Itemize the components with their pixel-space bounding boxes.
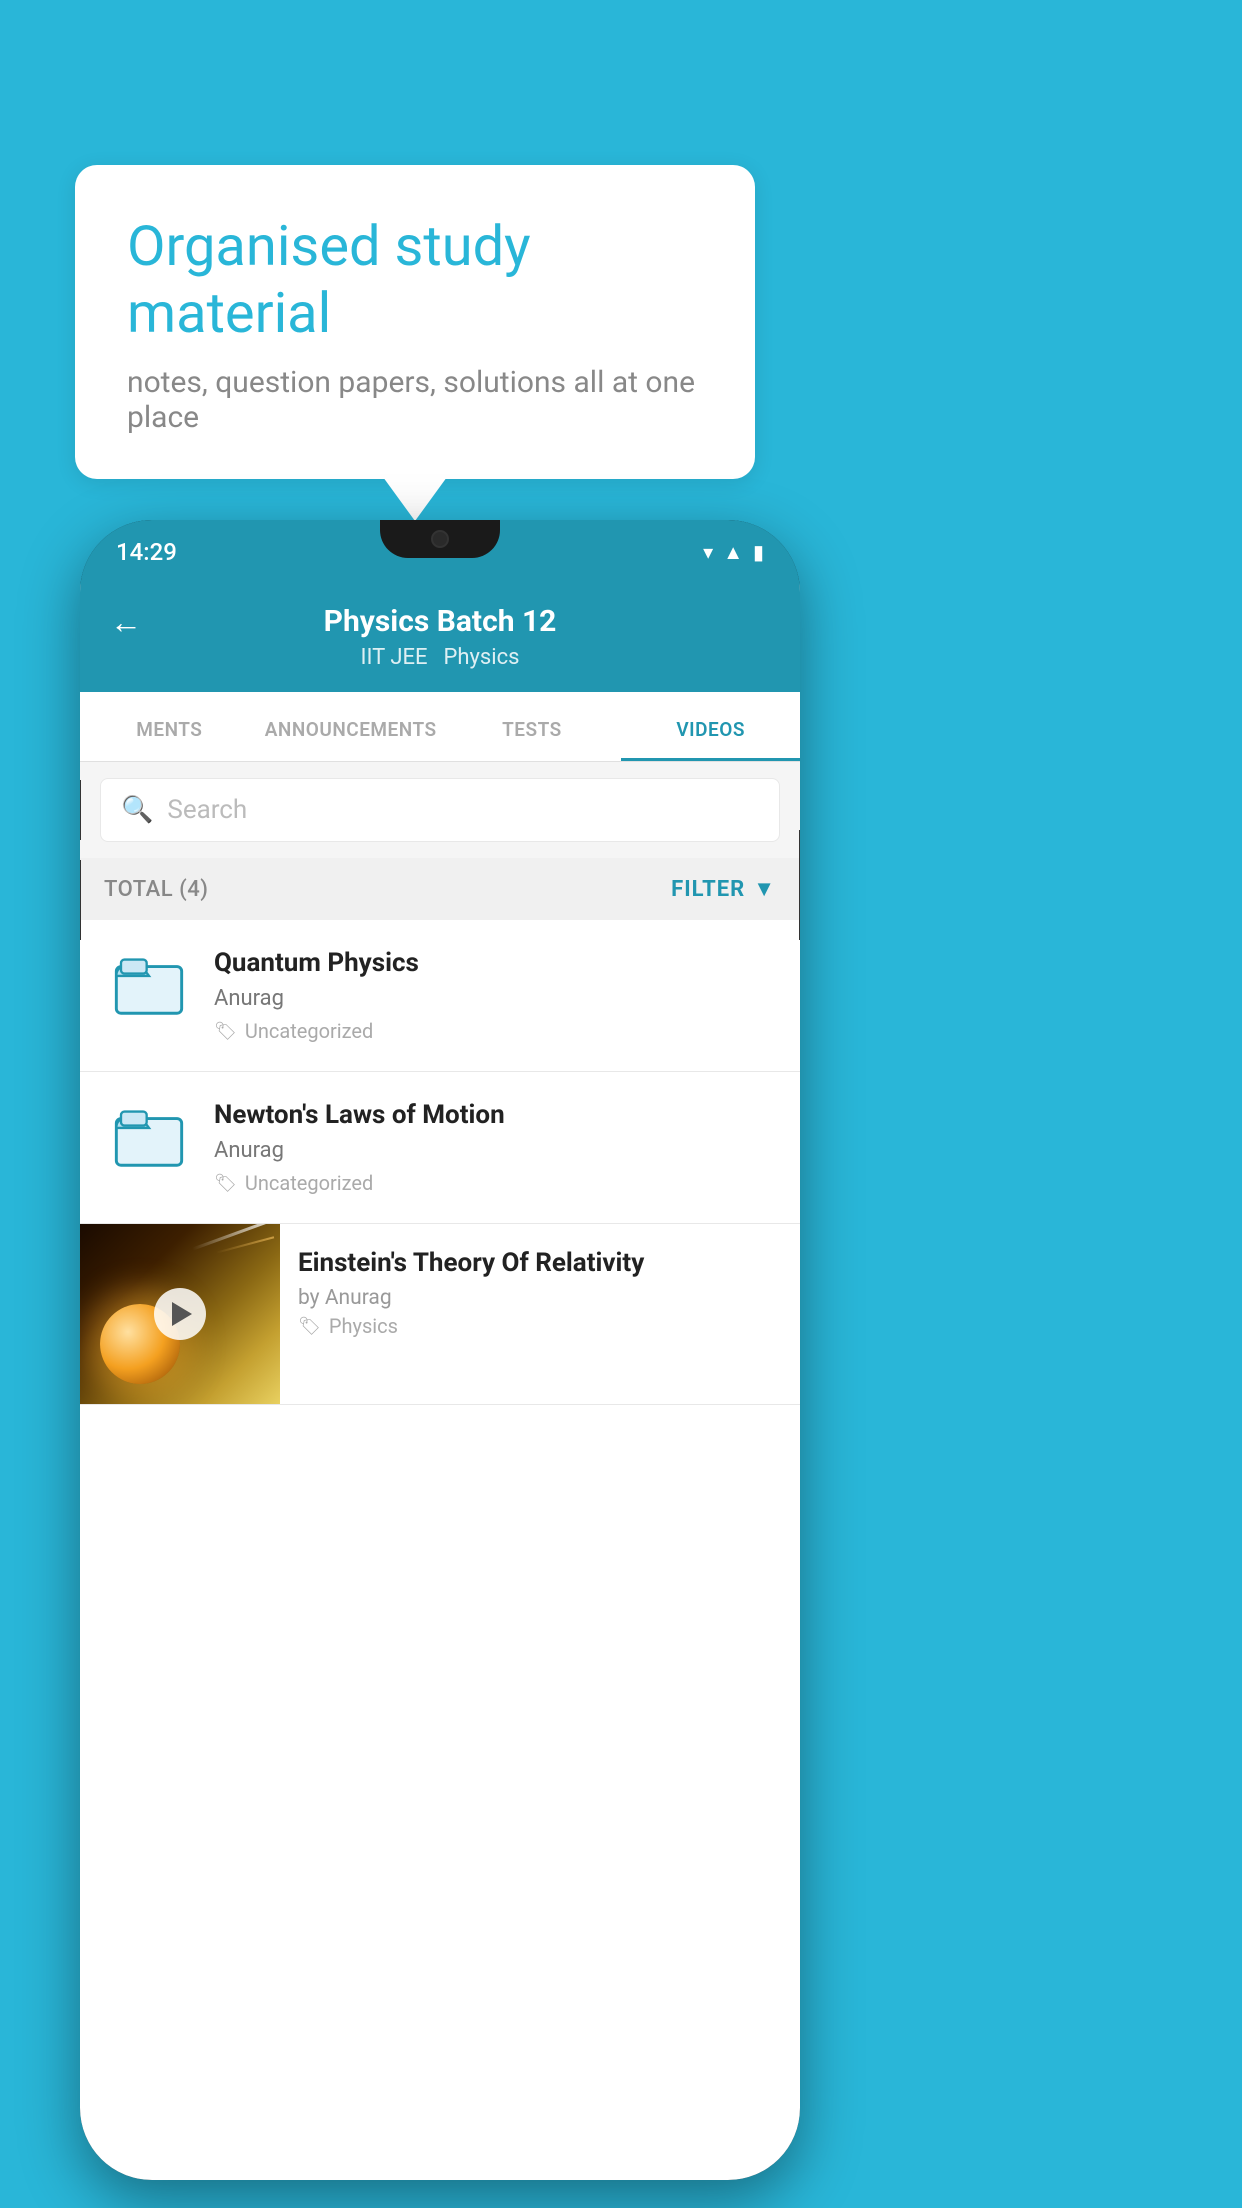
phone-screen: ← Physics Batch 12 IIT JEE Physics MENTS…	[80, 584, 800, 2180]
video-by-author: by Anurag	[298, 1286, 782, 1310]
search-bar[interactable]: 🔍 Search	[100, 778, 780, 842]
tag-label: Physics	[329, 1314, 398, 1338]
video-thumb-area	[104, 1100, 194, 1174]
tag-label: Uncategorized	[245, 1171, 373, 1195]
app-header: ← Physics Batch 12 IIT JEE Physics	[80, 584, 800, 692]
phone-volume-down	[80, 860, 81, 940]
speech-bubble-title: Organised study material	[127, 213, 703, 347]
speech-bubble-subtitle: notes, question papers, solutions all at…	[127, 365, 703, 435]
light-streak	[192, 1224, 268, 1251]
play-icon	[172, 1302, 192, 1326]
video-tag: 🏷 Uncategorized	[214, 1171, 776, 1195]
video-author: Anurag	[214, 1138, 776, 1163]
speech-bubble: Organised study material notes, question…	[75, 165, 755, 479]
folder-icon	[114, 952, 184, 1022]
camera-dot	[431, 530, 449, 548]
video-title: Einstein's Theory Of Relativity	[298, 1248, 782, 1278]
status-icons: ▾ ▲ ▮	[703, 540, 764, 565]
video-title: Quantum Physics	[214, 948, 776, 978]
tab-tests[interactable]: TESTS	[443, 692, 622, 761]
video-info: Newton's Laws of Motion Anurag 🏷 Uncateg…	[214, 1100, 776, 1195]
wifi-icon: ▾	[703, 540, 713, 564]
battery-icon: ▮	[753, 540, 764, 564]
tag-label: Uncategorized	[245, 1019, 373, 1043]
app-title: Physics Batch 12	[324, 604, 557, 639]
search-placeholder[interactable]: Search	[167, 795, 247, 825]
status-bar: 14:29 ▾ ▲ ▮	[80, 520, 800, 584]
video-thumbnail	[80, 1224, 280, 1404]
phone-notch	[380, 520, 500, 558]
signal-icon: ▲	[723, 540, 743, 565]
video-title: Newton's Laws of Motion	[214, 1100, 776, 1130]
status-time: 14:29	[116, 538, 177, 566]
tabs-bar: MENTS ANNOUNCEMENTS TESTS VIDEOS	[80, 692, 800, 762]
app-header-top: ← Physics Batch 12	[110, 604, 770, 639]
filter-bar: TOTAL (4) FILTER ▼	[80, 858, 800, 920]
app-subtitle: IIT JEE Physics	[361, 645, 520, 670]
video-list: Quantum Physics Anurag 🏷 Uncategorized	[80, 920, 800, 1405]
subtitle-iit: IIT JEE	[361, 645, 428, 670]
total-count-label: TOTAL (4)	[104, 877, 208, 902]
search-bar-container: 🔍 Search	[80, 762, 800, 858]
filter-icon: ▼	[753, 876, 776, 902]
search-icon: 🔍	[121, 795, 153, 825]
video-tag: 🏷 Physics	[298, 1314, 782, 1338]
folder-icon	[114, 1104, 184, 1174]
phone-power-button	[799, 830, 800, 940]
subtitle-physics: Physics	[443, 645, 519, 670]
tag-icon: 🏷	[298, 1316, 321, 1337]
video-tag: 🏷 Uncategorized	[214, 1019, 776, 1043]
phone-frame: 14:29 ▾ ▲ ▮ ← Physics Batch 12 IIT JEE P…	[80, 520, 800, 2180]
video-author: Anurag	[214, 986, 776, 1011]
list-item[interactable]: Einstein's Theory Of Relativity by Anura…	[80, 1224, 800, 1405]
tag-icon: 🏷	[214, 1021, 237, 1042]
play-button[interactable]	[154, 1288, 206, 1340]
filter-label: FILTER	[671, 877, 745, 902]
filter-button[interactable]: FILTER ▼	[671, 876, 776, 902]
tab-announcements[interactable]: ANNOUNCEMENTS	[259, 692, 443, 761]
tab-ments[interactable]: MENTS	[80, 692, 259, 761]
list-item[interactable]: Newton's Laws of Motion Anurag 🏷 Uncateg…	[80, 1072, 800, 1224]
phone-volume-up	[80, 780, 81, 840]
list-item[interactable]: Quantum Physics Anurag 🏷 Uncategorized	[80, 920, 800, 1072]
video-info: Einstein's Theory Of Relativity by Anura…	[280, 1224, 800, 1362]
back-button[interactable]: ←	[110, 603, 142, 641]
video-thumb-area	[104, 948, 194, 1022]
tab-videos[interactable]: VIDEOS	[621, 692, 800, 761]
video-info: Quantum Physics Anurag 🏷 Uncategorized	[214, 948, 776, 1043]
tag-icon: 🏷	[214, 1173, 237, 1194]
